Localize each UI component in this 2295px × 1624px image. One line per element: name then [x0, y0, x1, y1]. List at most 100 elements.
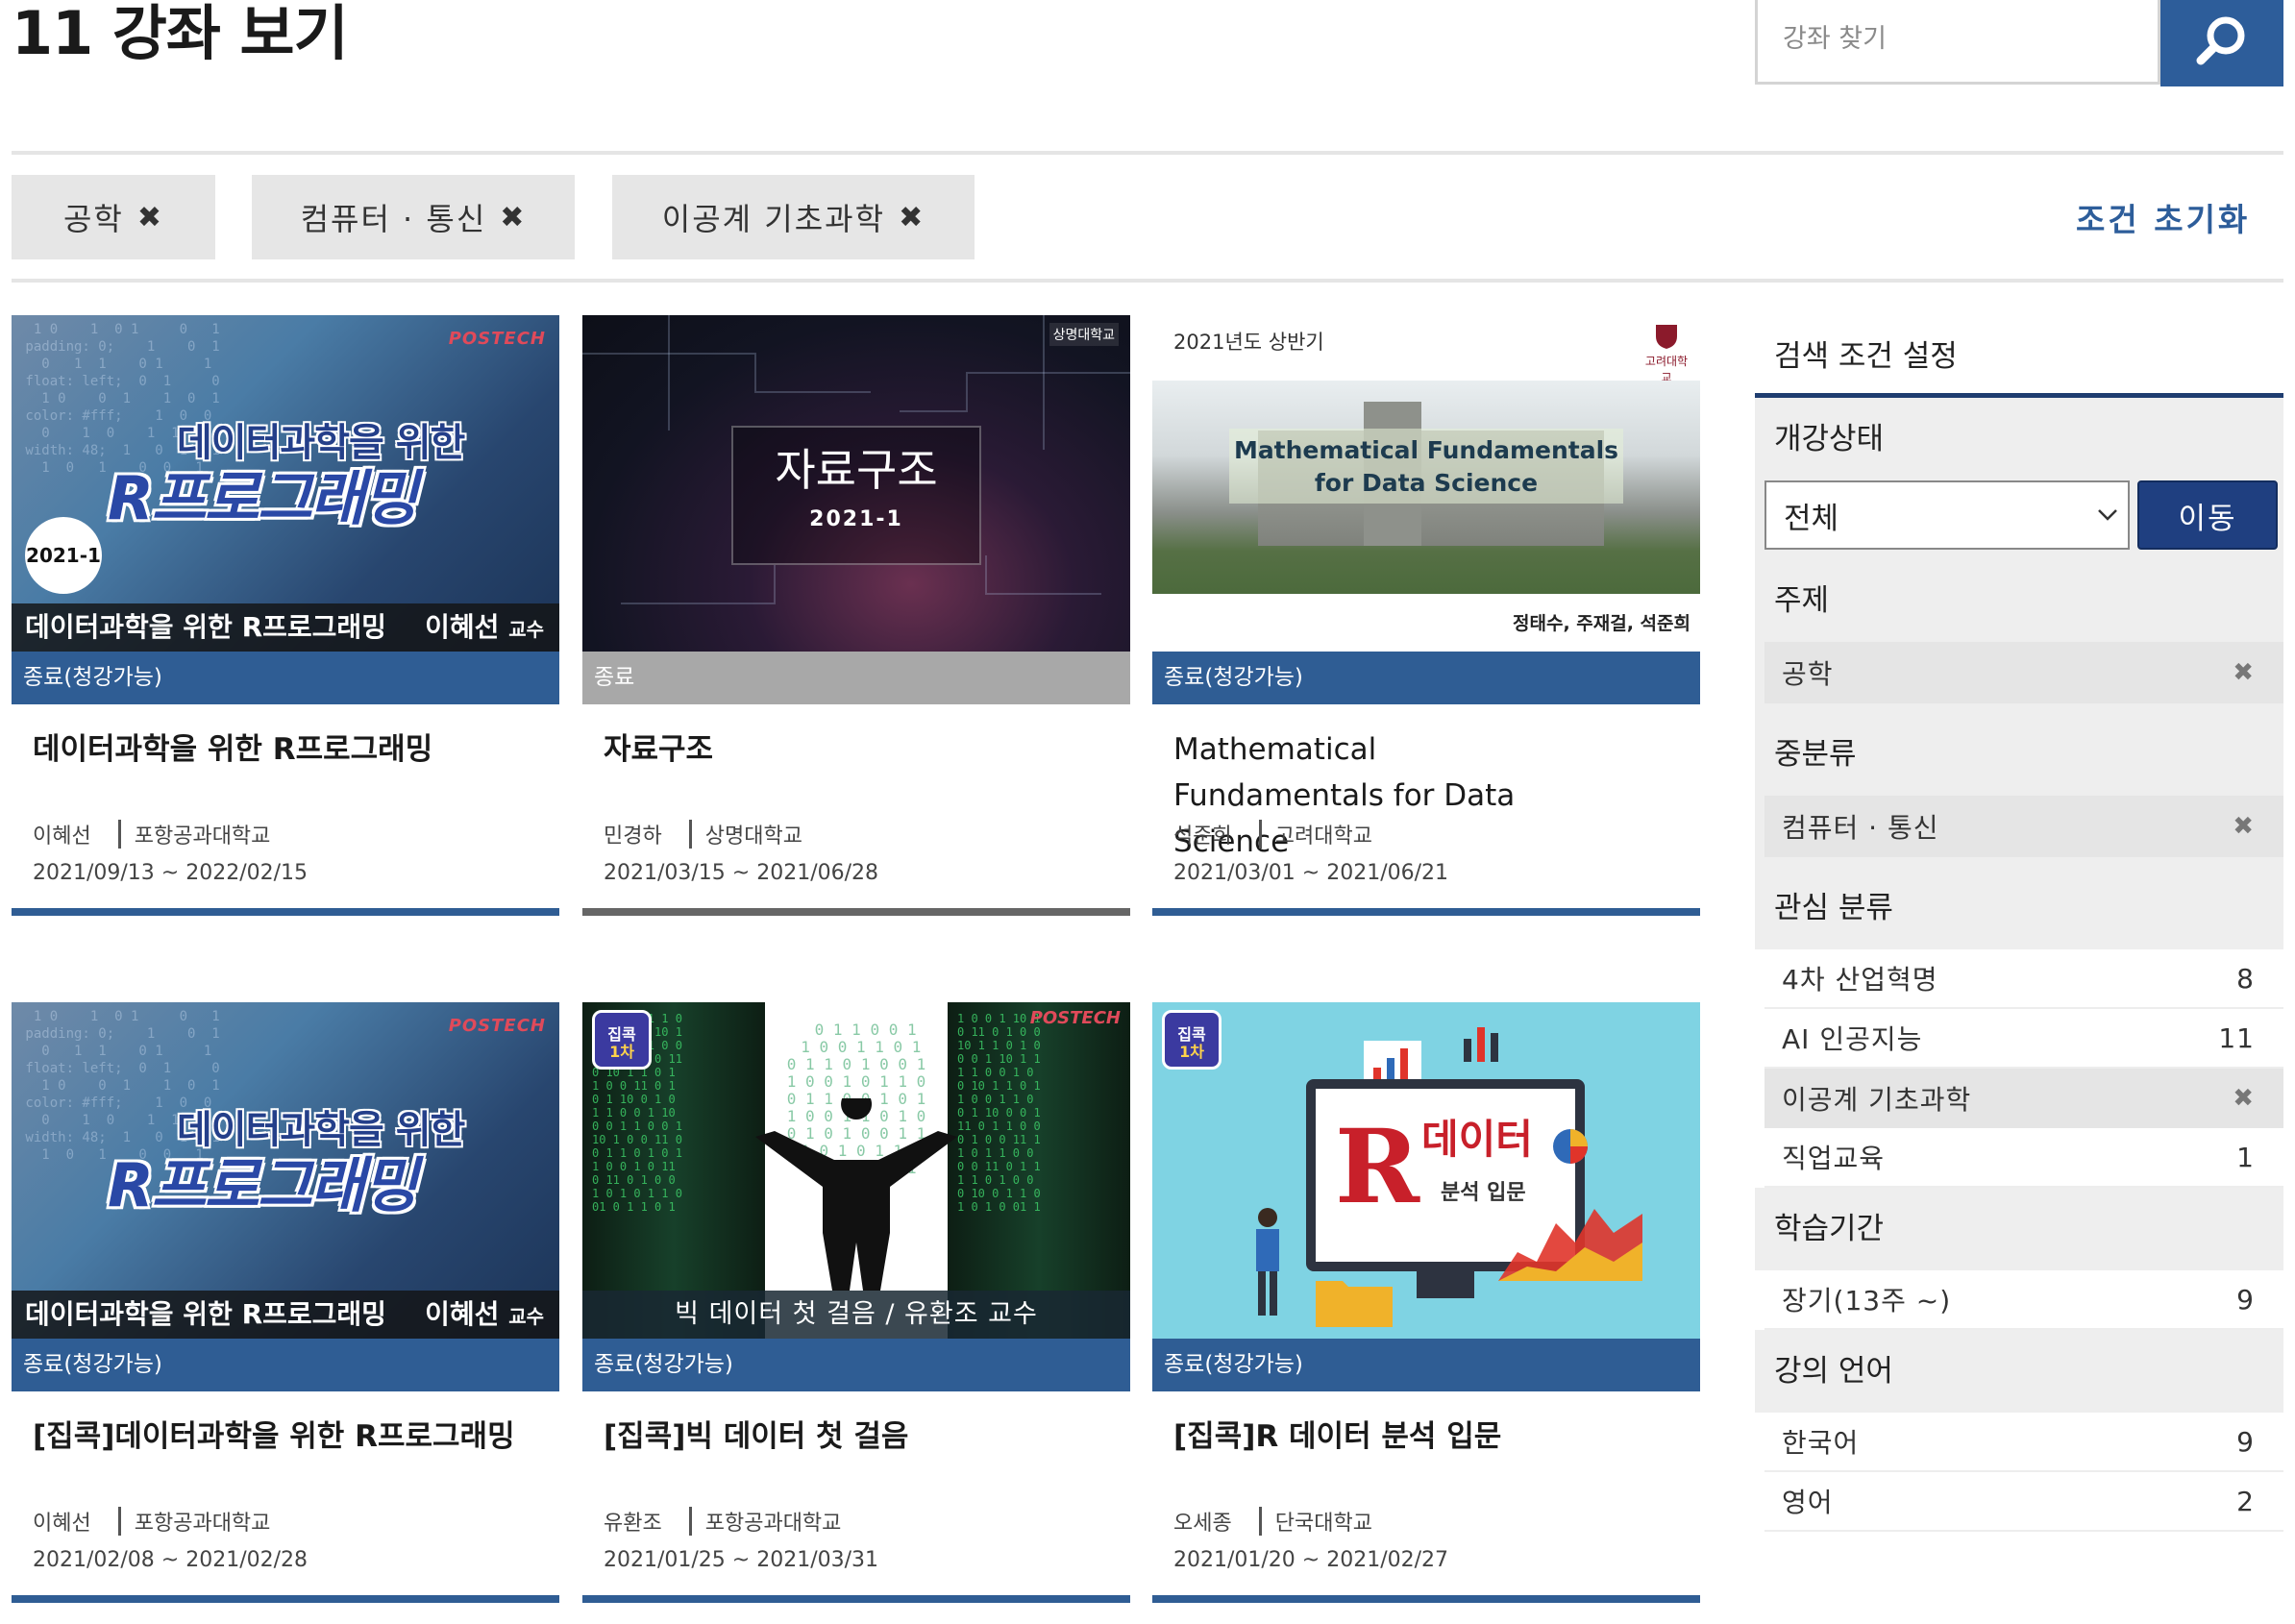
divider	[12, 151, 2283, 155]
section-heading: 개강상태	[1774, 422, 1885, 456]
filter-item-label: 장기(13주 ~)	[1782, 1285, 1952, 1316]
course-meta: 석준희 고려대학교	[1173, 819, 1372, 849]
filter-item-long-term[interactable]: 장기(13주 ~) 9	[1764, 1270, 2283, 1330]
close-icon[interactable]: ✖	[2233, 658, 2255, 687]
filter-item-count: 11	[2218, 1021, 2255, 1054]
course-card[interactable]: 01 10 0 1 1 0 1 0 11 0 10 1 0 1 0 1 1 0 …	[582, 1002, 1130, 1603]
caption-professor: 이혜선 교수	[425, 1291, 544, 1339]
close-icon[interactable]: ✖	[2233, 1084, 2255, 1113]
tag-sub: 1차	[609, 1043, 634, 1061]
university-name: 포항공과대학교	[134, 824, 271, 849]
zipkok-tag: 집콕 1차	[592, 1010, 652, 1070]
thumbnail-caption: 데이터과학을 위한 R프로그래밍 이혜선 교수	[12, 1291, 559, 1339]
filter-chip-engineering[interactable]: 공학 ✖	[12, 175, 215, 259]
filter-item-label: 영어	[1782, 1487, 1834, 1518]
reset-filters-link[interactable]: 조건 초기화	[2076, 194, 2250, 240]
folder-icon	[1316, 1281, 1393, 1327]
separator	[688, 820, 692, 849]
filter-item-vocational[interactable]: 직업교육 1	[1764, 1128, 2283, 1188]
instructor-name: 민경하	[604, 824, 662, 849]
course-title[interactable]: 자료구조	[604, 726, 1103, 773]
bar-chart-icon	[1464, 1027, 1498, 1062]
filter-item-4th-industry[interactable]: 4차 산업혁명 8	[1764, 949, 2283, 1009]
caption-title: 데이터과학을 위한 R프로그래밍	[25, 611, 386, 643]
course-dates: 2021/03/01 ~ 2021/06/21	[1173, 861, 1449, 885]
person-silhouette-icon	[755, 1098, 957, 1291]
filter-chip-computer[interactable]: 컴퓨터 · 통신 ✖	[252, 175, 575, 259]
filter-item-engineering[interactable]: 공학 ✖	[1764, 642, 2283, 703]
go-button[interactable]: 이동	[2137, 480, 2278, 550]
search-box	[1755, 0, 2283, 86]
postech-logo: POSTECH	[448, 329, 546, 349]
separator	[688, 1507, 692, 1536]
filter-list: 4차 산업혁명 8 AI 인공지능 11 이공계 기초과학 ✖ 직업교육 1	[1755, 949, 2283, 1188]
course-card[interactable]: 2021년도 상반기 고려대학교 Mathematical Fundamenta…	[1152, 315, 1700, 916]
course-title[interactable]: [집콕]R 데이터 분석 입문	[1173, 1414, 1673, 1460]
search-input[interactable]	[1755, 0, 2160, 85]
card-bottom-bar	[1152, 908, 1700, 916]
thumbnail-title: 데이터	[1421, 1116, 1533, 1163]
university-name: 고려대학교	[1274, 824, 1372, 849]
section-heading: 중분류	[1774, 737, 1857, 772]
thumbnail-caption: 빅 데이터 첫 걸음 / 유환조 교수	[582, 1291, 1130, 1339]
filter-item-label: 직업교육	[1782, 1143, 1886, 1174]
course-card[interactable]: 1 0 1 0 1 0 1 padding: 0; 1 0 1 0 1 1 0 …	[12, 1002, 559, 1603]
course-title[interactable]: [집콕]데이터과학을 위한 R프로그래밍	[33, 1414, 532, 1460]
close-icon[interactable]: ✖	[2233, 812, 2255, 841]
thumbnail-title: Mathematical Fundamentals for Data Scien…	[1152, 434, 1700, 500]
course-dates: 2021/09/13 ~ 2022/02/15	[33, 861, 308, 885]
status-badge: 종료	[582, 652, 1130, 704]
filter-list: 공학 ✖	[1755, 642, 2283, 713]
semester-badge: 2021-1	[25, 517, 102, 594]
separator	[1258, 1507, 1262, 1536]
thumbnail-title: 자료구조	[775, 444, 938, 496]
course-dates: 2021/03/15 ~ 2021/06/28	[604, 861, 879, 885]
separator	[1258, 820, 1262, 849]
postech-logo: POSTECH	[1029, 1008, 1121, 1028]
course-title[interactable]: [집콕]빅 데이터 첫 걸음	[604, 1414, 1103, 1460]
tag-sub: 1차	[1179, 1043, 1204, 1061]
monitor-stand	[1417, 1269, 1474, 1298]
chip-label: 공학	[62, 201, 124, 237]
search-icon	[2196, 16, 2245, 65]
filter-chip-science[interactable]: 이공계 기초과학 ✖	[612, 175, 975, 259]
filter-item-count: 9	[2236, 1283, 2255, 1316]
filter-item-english[interactable]: 영어 2	[1764, 1472, 2283, 1532]
filter-section-status: 개강상태 전체 이동	[1755, 398, 2283, 559]
postech-logo: POSTECH	[448, 1016, 546, 1036]
thumbnail-semester: 2021년도 상반기	[1173, 331, 1324, 354]
course-card[interactable]: 집콕 1차 R 데이터 분석 입문 종료(청강가능) [집콕]R 데이터 분석 입…	[1152, 1002, 1700, 1603]
status-select[interactable]: 전체	[1764, 480, 2130, 550]
status-select-row: 전체 이동	[1755, 480, 2283, 559]
filter-item-korean[interactable]: 한국어 9	[1764, 1413, 2283, 1472]
filter-item-computer[interactable]: 컴퓨터 · 통신 ✖	[1764, 796, 2283, 857]
professor-suffix: 교수	[508, 1305, 544, 1328]
tag-label: 집콕	[607, 1025, 636, 1044]
filter-section-language: 강의 언어 한국어 9 영어 2	[1755, 1330, 2283, 1532]
course-title[interactable]: 데이터과학을 위한 R프로그래밍	[33, 726, 532, 773]
filter-item-ai[interactable]: AI 인공지능 11	[1764, 1009, 2283, 1069]
course-card[interactable]: 상명대학교 자료구조 2021-1 종료 자료구조 민경하 상명대학교 2021/…	[582, 315, 1130, 916]
course-dates: 2021/02/08 ~ 2021/02/28	[33, 1548, 308, 1572]
section-heading: 강의 언어	[1774, 1354, 1893, 1389]
course-meta: 오세종 단국대학교	[1173, 1506, 1372, 1537]
card-bottom-bar	[582, 1595, 1130, 1603]
select-value: 전체	[1784, 501, 1839, 536]
divider	[12, 279, 2283, 283]
course-card[interactable]: 1 0 1 0 1 0 1 padding: 0; 1 0 1 0 1 1 0 …	[12, 315, 559, 916]
search-filter-sidebar: 검색 조건 설정 개강상태 전체 이동 주제 공학 ✖ 중분류 컴퓨터 · 통신 ✖…	[1755, 308, 2283, 1532]
card-bottom-bar	[582, 908, 1130, 916]
status-badge: 종료(청강가능)	[1152, 1339, 1700, 1391]
search-button[interactable]	[2160, 0, 2283, 86]
filter-item-basic-science[interactable]: 이공계 기초과학 ✖	[1764, 1069, 2283, 1128]
area-chart-icon	[1498, 1209, 1642, 1281]
status-badge: 종료(청강가능)	[582, 1339, 1130, 1391]
instructor-name: 이혜선	[33, 1512, 91, 1536]
professor-name: 이혜선	[425, 1298, 500, 1330]
filter-item-label: AI 인공지능	[1782, 1023, 1923, 1055]
filter-section-period: 학습기간 장기(13주 ~) 9	[1755, 1188, 2283, 1330]
course-meta: 이혜선 포항공과대학교	[33, 1506, 270, 1537]
close-icon: ✖	[899, 200, 925, 234]
university-name: 포항공과대학교	[134, 1512, 271, 1536]
thumbnail-instructors: 정태수, 주재걸, 석준희	[1513, 613, 1690, 634]
